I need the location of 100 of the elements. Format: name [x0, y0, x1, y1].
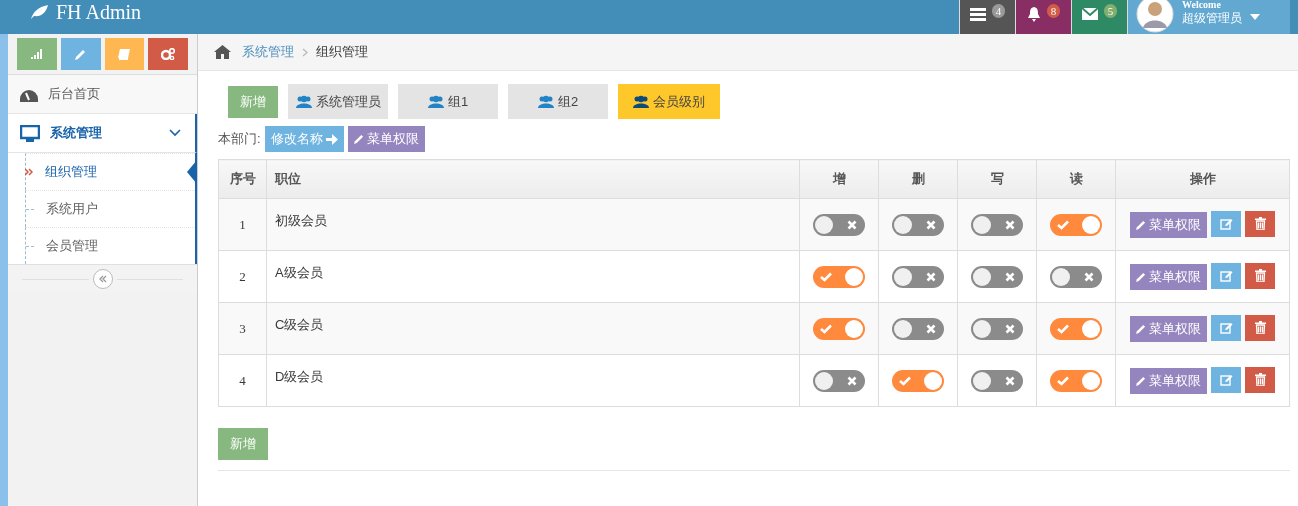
pencil-icon	[1136, 220, 1146, 231]
cross-icon	[1005, 323, 1015, 334]
pencil-icon	[1136, 324, 1146, 335]
menu-permission-button[interactable]: 菜单权限	[1130, 368, 1207, 395]
check-icon	[1057, 219, 1069, 230]
table-cell: 3	[239, 320, 246, 336]
table-cell: 初级会员	[275, 213, 327, 228]
toggle-switch[interactable]	[892, 369, 944, 392]
signal-icon	[30, 49, 43, 59]
toggle-switch[interactable]	[1050, 369, 1102, 392]
toggle-switch[interactable]	[971, 317, 1023, 340]
chevron-icon	[169, 129, 181, 137]
table-cell: D级会员	[275, 369, 324, 384]
add-button[interactable]: 新增	[228, 85, 278, 118]
breadcrumb-current: 组织管理	[316, 43, 368, 61]
cross-icon	[1084, 271, 1094, 282]
delete-button[interactable]	[1245, 314, 1275, 341]
gears-icon	[161, 48, 176, 60]
arrow-icon	[325, 133, 338, 145]
group-tab[interactable]: 系统管理员	[288, 84, 388, 119]
edit-icon	[1219, 322, 1233, 335]
toggle-switch[interactable]	[971, 213, 1023, 236]
cross-icon	[847, 375, 857, 386]
toggle-switch[interactable]	[1050, 265, 1102, 288]
users-icon	[537, 95, 554, 108]
notification-button[interactable]: 4	[959, 0, 1015, 34]
check-icon	[820, 271, 832, 282]
sidebar-item[interactable]: 系统管理	[8, 114, 197, 153]
toggle-switch[interactable]	[813, 317, 865, 340]
shortcut-button[interactable]	[148, 38, 188, 70]
toggle-switch[interactable]	[813, 213, 865, 236]
cross-icon	[847, 219, 857, 230]
menu-permission-button[interactable]: 菜单权限	[347, 126, 425, 152]
trash-icon	[1254, 269, 1266, 283]
double-chevron-icon	[25, 168, 33, 176]
trash-icon	[1254, 373, 1266, 387]
tasks-icon	[969, 7, 986, 21]
toggle-switch[interactable]	[892, 213, 944, 236]
shortcut-button[interactable]	[17, 38, 57, 70]
column-header: 增	[832, 171, 846, 186]
check-icon	[899, 375, 911, 386]
menu-permission-button[interactable]: 菜单权限	[1130, 212, 1207, 239]
sidebar-item[interactable]: 后台首页	[8, 75, 197, 114]
shortcut-button[interactable]	[104, 38, 145, 70]
count-badge: 4	[991, 4, 1006, 18]
toggle-switch[interactable]	[813, 265, 865, 288]
table-cell: 4	[239, 372, 246, 388]
delete-button[interactable]	[1245, 262, 1275, 289]
edit-button[interactable]	[1211, 263, 1241, 290]
toggle-switch[interactable]	[892, 265, 944, 288]
menu-permission-button[interactable]: 菜单权限	[1130, 316, 1207, 343]
pencil-icon	[75, 48, 87, 60]
double-chevron-icon	[98, 275, 107, 283]
mail-icon	[1081, 8, 1098, 20]
add-button[interactable]: 新增	[218, 428, 268, 460]
table-cell: A级会员	[275, 265, 323, 280]
menu-permission-button[interactable]: 菜单权限	[1130, 264, 1207, 291]
user-menu[interactable]: Welcome 超级管理员	[1127, 0, 1290, 34]
toggle-switch[interactable]	[1050, 213, 1102, 236]
separator-icon	[302, 47, 308, 57]
rename-button[interactable]: 修改名称	[264, 126, 344, 152]
edit-icon	[1219, 374, 1233, 387]
delete-button[interactable]	[1245, 366, 1275, 393]
book-icon	[118, 48, 131, 60]
cross-icon	[1005, 271, 1015, 282]
column-header: 职位	[275, 171, 301, 186]
toggle-switch[interactable]	[892, 317, 944, 340]
leaf-icon	[29, 4, 49, 20]
notification-button[interactable]: 5	[1071, 0, 1127, 34]
toggle-switch[interactable]	[813, 369, 865, 392]
pencil-icon	[1136, 376, 1146, 387]
monitor-icon	[20, 124, 40, 142]
table-cell: 1	[239, 216, 246, 232]
users-icon	[295, 95, 312, 108]
notification-button[interactable]: 8	[1015, 0, 1071, 34]
cross-icon	[926, 323, 936, 334]
group-tab[interactable]: 组2	[508, 84, 608, 119]
count-badge: 8	[1046, 4, 1061, 18]
cross-icon	[1005, 219, 1015, 230]
delete-button[interactable]	[1245, 210, 1275, 237]
submenu-item[interactable]: 系统用户	[25, 190, 195, 227]
group-tab[interactable]: 组1	[398, 84, 498, 119]
breadcrumb-link[interactable]: 系统管理	[242, 43, 294, 61]
bell-icon	[1026, 6, 1041, 22]
table-cell: 2	[239, 268, 246, 284]
edit-button[interactable]	[1211, 211, 1241, 238]
column-header: 删	[911, 171, 925, 186]
pencil-icon	[1136, 272, 1146, 283]
toggle-switch[interactable]	[971, 369, 1023, 392]
edit-button[interactable]	[1211, 367, 1241, 394]
collapse-button[interactable]	[92, 269, 113, 289]
column-header: 读	[1069, 171, 1083, 186]
cross-icon	[926, 219, 936, 230]
toggle-switch[interactable]	[1050, 317, 1102, 340]
shortcut-button[interactable]	[60, 38, 101, 70]
toggle-switch[interactable]	[971, 265, 1023, 288]
group-tab[interactable]: 会员级别	[618, 84, 720, 119]
edit-button[interactable]	[1211, 315, 1241, 342]
column-header: 写	[990, 171, 1004, 186]
trash-icon	[1254, 217, 1266, 231]
